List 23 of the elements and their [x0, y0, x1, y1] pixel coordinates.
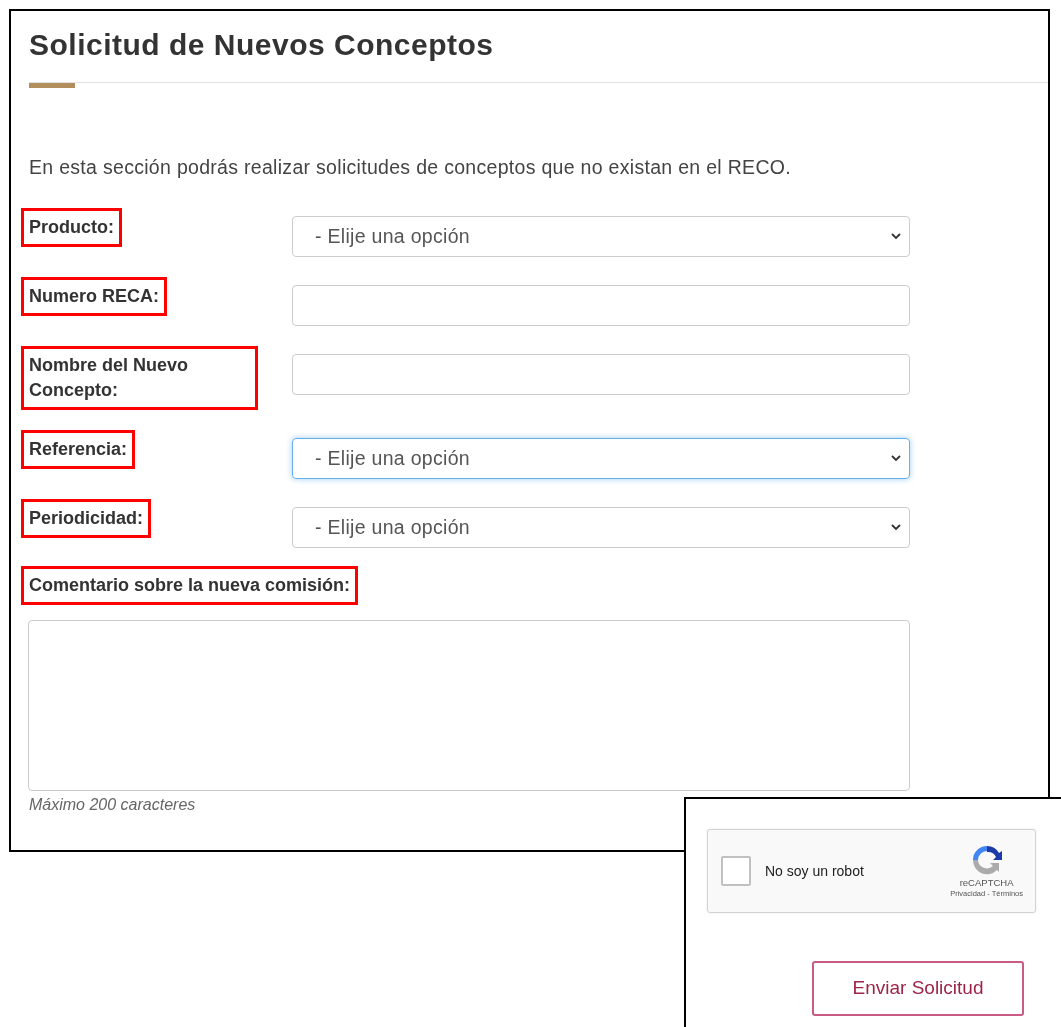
- submit-button[interactable]: Enviar Solicitud: [812, 961, 1024, 1016]
- select-field[interactable]: - Elije una opción: [292, 438, 910, 479]
- field-label: Numero RECA:: [21, 277, 167, 316]
- field-label: Producto:: [21, 208, 122, 247]
- intro-text: En esta sección podrás realizar solicitudes de conceptos que no existan en el RECO.: [29, 155, 792, 180]
- select-field[interactable]: - Elije una opción: [292, 507, 910, 548]
- comment-textarea[interactable]: [28, 620, 910, 791]
- character-limit-hint: Máximo 200 caracteres: [29, 795, 197, 815]
- page-title: Solicitud de Nuevos Conceptos: [29, 27, 495, 63]
- field-label: Periodicidad:: [21, 499, 152, 538]
- select-field[interactable]: - Elije una opción: [292, 216, 910, 257]
- field-label: Nombre del Nuevo Concepto:: [21, 346, 258, 410]
- chevron-down-icon: [891, 233, 901, 240]
- field-label: Referencia:: [21, 430, 136, 469]
- title-underline: [29, 83, 75, 88]
- chevron-down-icon: [891, 524, 901, 531]
- field-label: Comentario sobre la nueva comisión:: [21, 566, 359, 605]
- captcha-checkbox[interactable]: [721, 856, 751, 886]
- captcha-label: No soy un robot: [765, 861, 864, 881]
- chevron-down-icon: [891, 455, 901, 462]
- input-field[interactable]: [292, 354, 910, 395]
- input-field[interactable]: [292, 285, 910, 326]
- captcha-brand: reCAPTCHA: [959, 877, 1014, 889]
